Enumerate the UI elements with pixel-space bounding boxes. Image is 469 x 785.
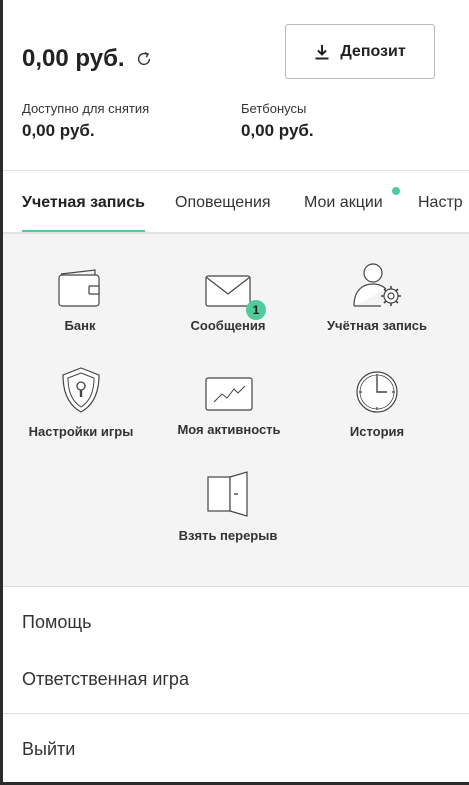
tab-account[interactable]: Учетная запись <box>22 171 145 232</box>
account-settings-item[interactable]: Учётная запись <box>302 262 452 333</box>
account-menu-grid: Банк 1 Сообщения Учётная запись Настройк… <box>3 234 469 587</box>
balance-amount: 0,00 руб. <box>22 45 125 72</box>
activity-chart-icon <box>205 377 253 411</box>
history-item[interactable]: История <box>302 370 452 439</box>
wallet-icon <box>58 269 100 307</box>
withdrawable-block: Доступно для снятия 0,00 руб. <box>22 101 149 141</box>
shield-lock-icon <box>62 367 100 413</box>
download-icon <box>315 44 329 59</box>
masked-username <box>18 25 98 45</box>
messages-label: Сообщения <box>190 318 266 333</box>
tabs-bar: Учетная запись Оповещения Мои акции Наст… <box>3 170 469 234</box>
user-settings-icon <box>353 263 401 307</box>
withdrawable-value: 0,00 руб. <box>22 121 95 140</box>
bet-bonus-block: Бетбонусы 0,00 руб. <box>241 101 314 141</box>
bet-bonus-value: 0,00 руб. <box>241 121 314 140</box>
tab-my-promotions[interactable]: Мои акции <box>304 171 383 232</box>
bank-label: Банк <box>64 318 96 333</box>
activity-label: Моя активность <box>177 422 281 437</box>
refresh-icon[interactable] <box>135 50 153 68</box>
door-icon <box>207 471 248 517</box>
take-break-label: Взять перерыв <box>178 528 278 543</box>
tab-notifications[interactable]: Оповещения <box>175 171 271 232</box>
responsible-gaming-link[interactable]: Ответственная игра <box>22 669 189 690</box>
bet-bonus-label: Бетбонусы <box>241 101 307 116</box>
account-panel: 0,00 руб. Депозит Доступно для снятия 0,… <box>3 0 469 782</box>
deposit-label: Депозит <box>340 42 406 60</box>
help-link[interactable]: Помощь <box>22 612 92 633</box>
game-settings-label: Настройки игры <box>28 424 134 439</box>
menu-divider <box>3 713 469 714</box>
messages-badge: 1 <box>246 300 266 320</box>
withdrawable-label: Доступно для снятия <box>22 101 150 116</box>
activity-item[interactable]: Моя активность <box>154 374 304 437</box>
deposit-button[interactable]: Депозит <box>285 24 435 79</box>
clock-icon <box>356 371 398 413</box>
account-settings-label: Учётная запись <box>326 318 428 333</box>
balance-row: 0,00 руб. <box>22 45 153 73</box>
messages-item[interactable]: 1 Сообщения <box>153 268 303 333</box>
bank-item[interactable]: Банк <box>5 268 155 333</box>
logout-link[interactable]: Выйти <box>22 739 75 760</box>
new-indicator-dot <box>392 187 400 195</box>
game-settings-item[interactable]: Настройки игры <box>6 366 156 439</box>
tab-settings[interactable]: Настр <box>418 171 463 232</box>
take-break-item[interactable]: Взять перерыв <box>153 470 303 543</box>
envelope-icon <box>205 275 251 307</box>
history-label: История <box>349 424 405 439</box>
